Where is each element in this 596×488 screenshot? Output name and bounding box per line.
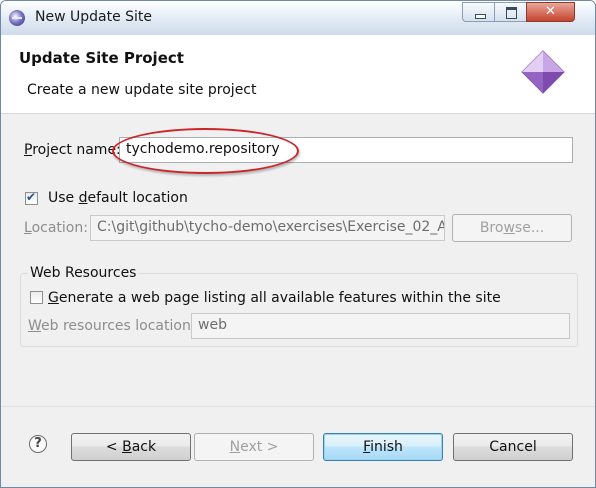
web-resources-group-title: Web Resources (28, 265, 139, 281)
project-name-label: Project name: (24, 142, 121, 158)
use-default-location-checkbox[interactable] (25, 190, 38, 205)
web-resources-location-input[interactable]: web (191, 313, 570, 339)
dialog-window: New Update Site Update Site Project Crea… (0, 0, 596, 488)
finish-button[interactable]: Finish (323, 433, 443, 461)
eclipse-icon (9, 10, 25, 26)
page-description: Create a new update site project (27, 82, 257, 98)
update-site-wizard-icon (521, 50, 565, 94)
close-button[interactable] (526, 2, 575, 22)
use-default-location-label[interactable]: Use default location (48, 190, 188, 206)
highlight-annotation (112, 128, 299, 174)
maximize-button[interactable] (494, 2, 527, 22)
location-input[interactable]: C:\git\github\tycho-demo\exercises\Exerc… (90, 215, 445, 241)
cancel-button[interactable]: Cancel (453, 433, 573, 461)
next-button[interactable]: Next > (194, 433, 314, 461)
help-icon[interactable]: ? (29, 435, 47, 453)
window-title: New Update Site (35, 9, 153, 25)
browse-button[interactable]: Browse... (452, 214, 572, 242)
web-resources-location-label: Web resources location: (28, 318, 196, 334)
minimize-button[interactable] (462, 2, 495, 22)
generate-web-page-checkbox[interactable] (30, 291, 43, 304)
button-bar-separator (1, 406, 595, 407)
location-label: Location: (24, 220, 88, 236)
back-button[interactable]: < Back (71, 433, 191, 461)
generate-web-page-label[interactable]: Generate a web page listing all availabl… (48, 290, 501, 306)
wizard-banner: Update Site Project Create a new update … (1, 35, 595, 114)
title-bar[interactable]: New Update Site (1, 1, 595, 35)
page-title: Update Site Project (19, 49, 184, 67)
